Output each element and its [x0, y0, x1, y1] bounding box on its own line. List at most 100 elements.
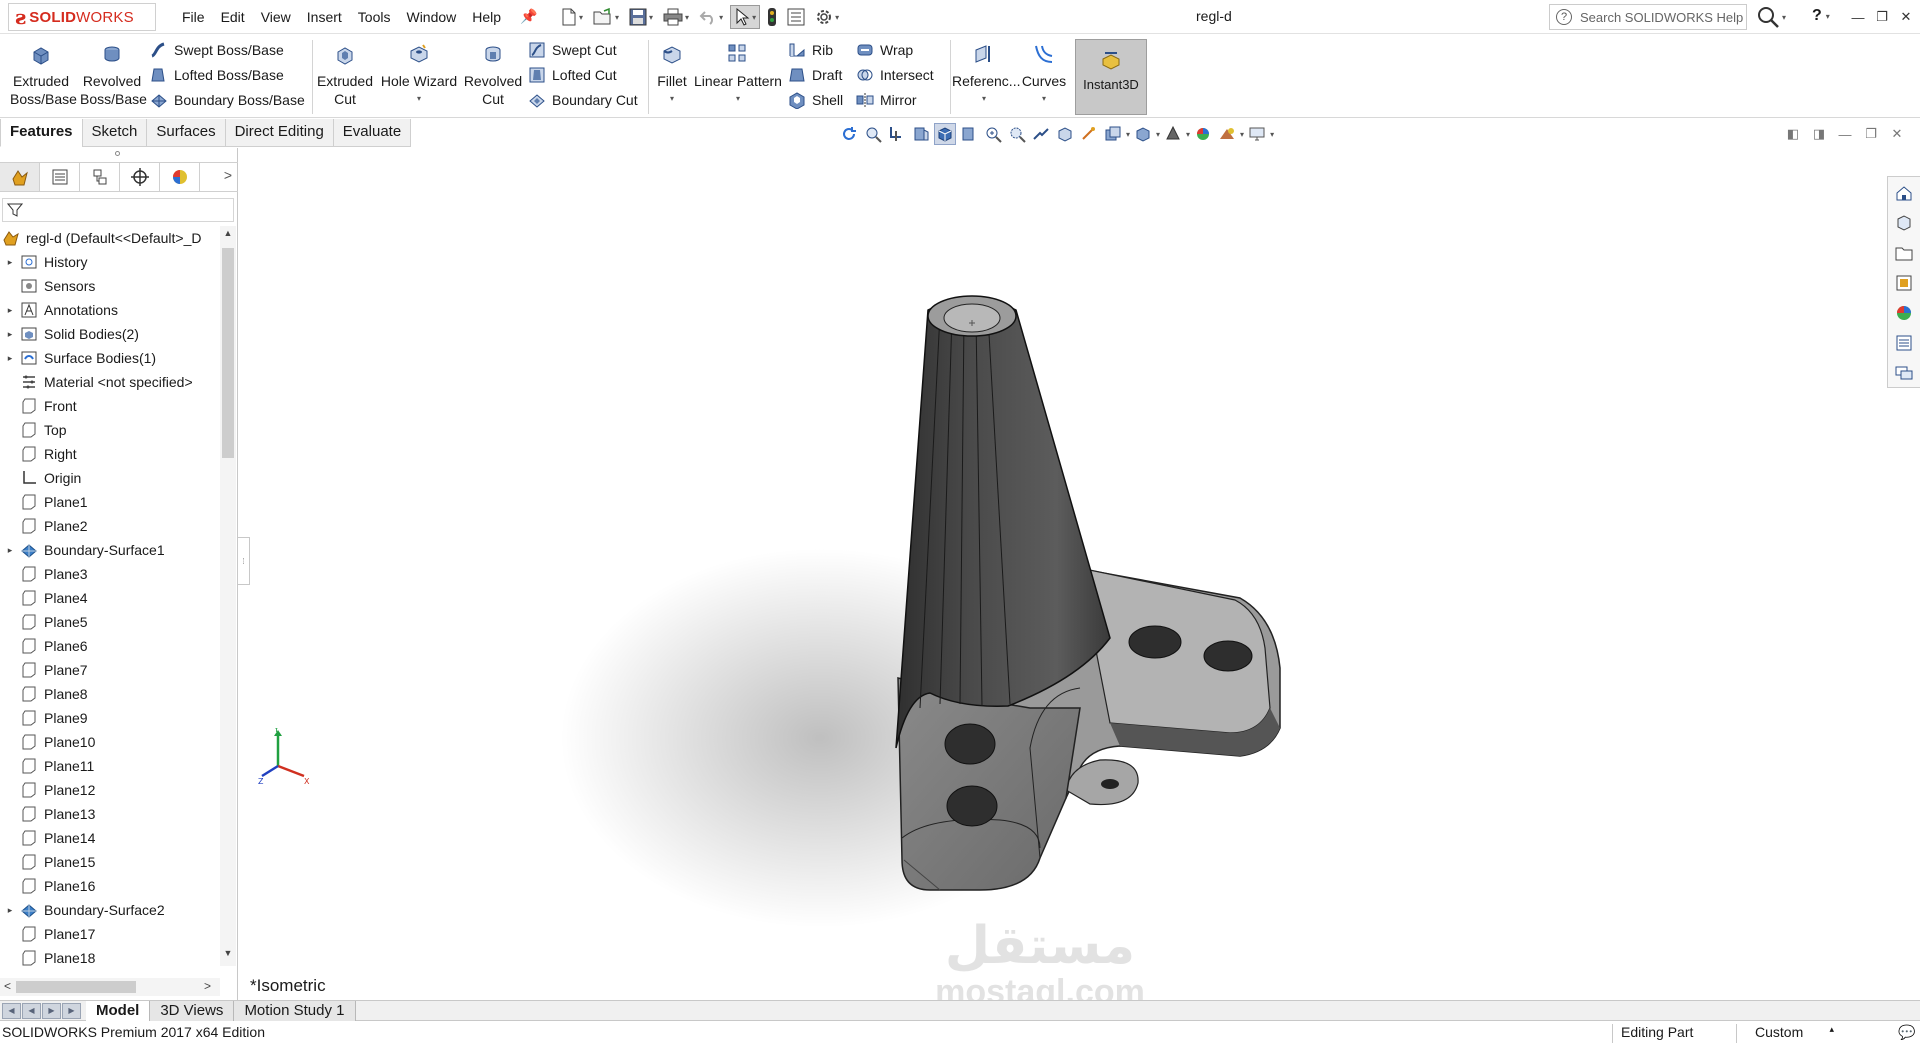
minimize-icon[interactable]: —: [1846, 4, 1870, 30]
tab-3d-views[interactable]: 3D Views: [150, 1001, 235, 1021]
first-tab-icon[interactable]: ◀: [2, 1003, 21, 1019]
search-button[interactable]: ▾: [1756, 5, 1786, 29]
tree-item-origin[interactable]: Origin: [0, 466, 220, 490]
tab-sketch[interactable]: Sketch: [81, 119, 148, 147]
hole-wizard-button[interactable]: Hole Wizard ▾: [378, 42, 460, 108]
tree-root-part[interactable]: regl-d (Default<<Default>_D: [0, 226, 220, 250]
file-properties-button[interactable]: [784, 5, 808, 29]
tree-item-boundary-surface2[interactable]: ▸ Boundary-Surface2: [0, 898, 220, 922]
tree-item-plane13[interactable]: Plane13: [0, 802, 220, 826]
chat-icon[interactable]: 💬: [1898, 1024, 1915, 1041]
menu-edit[interactable]: Edit: [213, 0, 253, 34]
custom-properties-icon[interactable]: [1892, 331, 1916, 355]
swept-cut-button[interactable]: Swept Cut: [528, 39, 617, 61]
pin-menu-icon[interactable]: 📌: [520, 8, 537, 25]
tab-configuration-manager[interactable]: [80, 163, 120, 191]
chevron-right-icon[interactable]: >: [224, 167, 232, 183]
part-model-render[interactable]: [240, 148, 1885, 1000]
scroll-right-icon[interactable]: >: [204, 979, 211, 993]
tab-dimxpert-manager[interactable]: [120, 163, 160, 191]
minimize-document-icon[interactable]: —: [1836, 125, 1854, 143]
lofted-cut-button[interactable]: Lofted Cut: [528, 64, 617, 86]
tree-horizontal-scrollbar[interactable]: < >: [0, 978, 220, 996]
tree-item-history[interactable]: ▸ History: [0, 250, 220, 274]
fillet-button[interactable]: Fillet ▾: [652, 42, 692, 108]
file-explorer-icon[interactable]: [1892, 241, 1916, 265]
tree-item-plane4[interactable]: Plane4: [0, 586, 220, 610]
tree-item-right[interactable]: Right: [0, 442, 220, 466]
curves-button[interactable]: Curves ▾: [1018, 42, 1070, 108]
shell-button[interactable]: Shell: [788, 89, 843, 111]
scroll-thumb[interactable]: [222, 248, 234, 458]
swept-boss-button[interactable]: Swept Boss/Base: [150, 39, 284, 61]
expand-arrow-icon[interactable]: ▸: [0, 353, 20, 364]
tree-vertical-scrollbar[interactable]: ▲ ▼: [220, 226, 236, 966]
close-icon[interactable]: ✕: [1894, 4, 1918, 30]
tab-property-manager[interactable]: [40, 163, 80, 191]
previous-tab-icon[interactable]: ◀: [22, 1003, 41, 1019]
view-orientation-icon[interactable]: [934, 123, 956, 145]
rebuild-button[interactable]: [764, 5, 780, 29]
last-tab-icon[interactable]: ▶: [62, 1003, 81, 1019]
tree-item-plane7[interactable]: Plane7: [0, 658, 220, 682]
tree-item-plane14[interactable]: Plane14: [0, 826, 220, 850]
view-settings-icon[interactable]: [1216, 123, 1238, 145]
tree-item-top[interactable]: Top: [0, 418, 220, 442]
display-style-icon[interactable]: [1102, 123, 1124, 145]
design-library-icon[interactable]: [1892, 211, 1916, 235]
mirror-button[interactable]: Mirror: [856, 89, 917, 111]
menu-window[interactable]: Window: [398, 0, 464, 34]
tree-item-plane6[interactable]: Plane6: [0, 634, 220, 658]
tree-item-plane2[interactable]: Plane2: [0, 514, 220, 538]
tree-item-plane16[interactable]: Plane16: [0, 874, 220, 898]
tree-item-annotations[interactable]: ▸ Annotations: [0, 298, 220, 322]
tree-item-plane9[interactable]: Plane9: [0, 706, 220, 730]
expand-arrow-icon[interactable]: ▸: [0, 905, 20, 916]
intersect-button[interactable]: Intersect: [856, 64, 934, 86]
scroll-left-icon[interactable]: <: [4, 979, 11, 993]
reference-geometry-button[interactable]: Referenc... ▾: [952, 42, 1020, 108]
tab-model[interactable]: Model: [86, 1001, 151, 1021]
tree-filter-input[interactable]: [2, 198, 234, 222]
print-button[interactable]: ▾: [660, 5, 692, 29]
tree-item-plane1[interactable]: Plane1: [0, 490, 220, 514]
tree-item-surface-bodies-1[interactable]: ▸ Surface Bodies(1): [0, 346, 220, 370]
next-tab-icon[interactable]: ▶: [42, 1003, 61, 1019]
tab-surfaces[interactable]: Surfaces: [146, 119, 226, 147]
instant3d-toggle[interactable]: Instant3D: [1075, 39, 1147, 115]
search-help-input[interactable]: ? Search SOLIDWORKS Help: [1549, 4, 1747, 30]
section-view-icon[interactable]: [910, 123, 932, 145]
tree-item-solid-bodies-2[interactable]: ▸ Solid Bodies(2): [0, 322, 220, 346]
options-button[interactable]: ▾: [812, 5, 842, 29]
chevron-down-icon[interactable]: ▾: [1126, 130, 1130, 139]
unit-system-selector[interactable]: Custom ▴: [1736, 1024, 1846, 1043]
tree-item-boundary-surface1[interactable]: ▸ Boundary-Surface1: [0, 538, 220, 562]
tree-item-front[interactable]: Front: [0, 394, 220, 418]
menu-insert[interactable]: Insert: [299, 0, 350, 34]
undo-button[interactable]: ▾: [696, 5, 726, 29]
tree-item-plane10[interactable]: Plane10: [0, 730, 220, 754]
chevron-down-icon[interactable]: ▾: [1156, 130, 1160, 139]
menu-view[interactable]: View: [253, 0, 299, 34]
view-palette-icon[interactable]: [1892, 271, 1916, 295]
boundary-boss-button[interactable]: Boundary Boss/Base: [150, 89, 305, 111]
zoom-to-selection-icon[interactable]: [1006, 123, 1028, 145]
close-document-icon[interactable]: ✕: [1888, 125, 1906, 143]
save-button[interactable]: ▾: [626, 5, 656, 29]
menu-tools[interactable]: Tools: [350, 0, 399, 34]
restore-document-icon[interactable]: ❐: [1862, 125, 1880, 143]
chevron-down-icon[interactable]: ▾: [1186, 130, 1190, 139]
tree-item-plane11[interactable]: Plane11: [0, 754, 220, 778]
new-document-button[interactable]: ▾: [558, 5, 586, 29]
home-icon[interactable]: [1892, 181, 1916, 205]
help-button[interactable]: ? ▾: [1812, 7, 1830, 25]
tab-display-manager[interactable]: [160, 163, 200, 191]
zoom-in-out-icon[interactable]: [982, 123, 1004, 145]
expand-arrow-icon[interactable]: ▸: [0, 329, 20, 340]
revolved-cut-button[interactable]: Revolved Cut: [462, 42, 524, 108]
boundary-cut-button[interactable]: Boundary Cut: [528, 89, 638, 111]
previous-view-icon[interactable]: [838, 123, 860, 145]
pan-icon[interactable]: [1030, 123, 1052, 145]
shaded-with-edges-icon[interactable]: [1054, 123, 1076, 145]
forum-icon[interactable]: [1892, 361, 1916, 385]
